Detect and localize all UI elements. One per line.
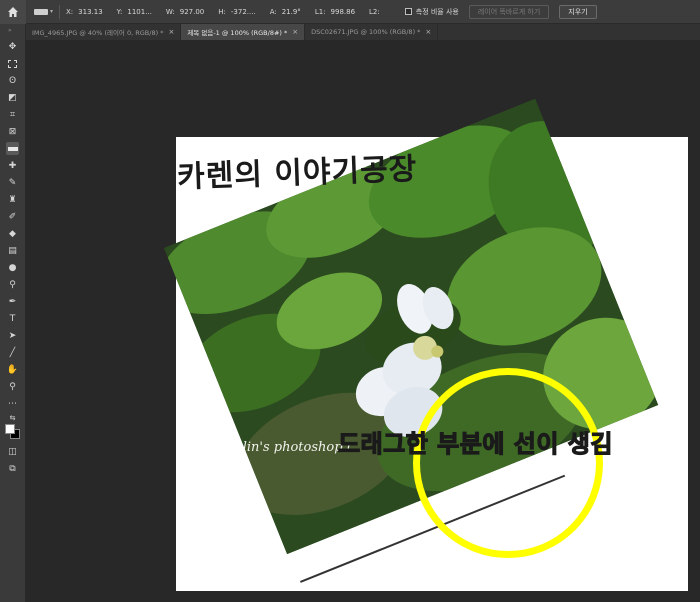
y-readout: Y: 1101... [116, 7, 152, 16]
brush-tool-icon[interactable]: ✎ [6, 176, 19, 189]
watermark-text: Calin's photoshop t [225, 440, 352, 455]
eraser-tool-icon[interactable]: ◆ [6, 227, 19, 240]
highlight-circle [413, 368, 603, 558]
screen-mode-icon[interactable]: ⧉ [6, 462, 19, 475]
frame-tool-icon[interactable]: ⊠ [6, 125, 19, 138]
use-measure-scale-label: 측정 비율 사용 [415, 7, 459, 16]
l1-readout: L1: 998.86 [314, 7, 356, 16]
tools-panel: » ✥ ʘ ◩ ⌗ ⊠ ✚ ✎ ♜ ✐ ◆ ▤ ● ⚲ ✒ T ➤ ╱ ✋ ⚲ … [0, 24, 26, 602]
ruler-tool-icon[interactable] [6, 142, 19, 155]
pen-tool-icon[interactable]: ✒ [6, 295, 19, 308]
l2-readout: L2: [369, 7, 380, 16]
dodge-tool-icon[interactable]: ⚲ [6, 278, 19, 291]
history-brush-tool-icon[interactable]: ✐ [6, 210, 19, 223]
straighten-layer-button[interactable]: 레이어 똑바르게 하기 [468, 4, 550, 19]
tab-label: 제목 없음-1 @ 100% (RGB/8#) * [187, 29, 288, 37]
tab-untitled-1[interactable]: 제목 없음-1 @ 100% (RGB/8#) * × [181, 24, 306, 40]
close-icon[interactable]: × [425, 28, 431, 36]
gradient-tool-icon[interactable]: ▤ [6, 244, 19, 257]
close-icon[interactable]: × [292, 28, 298, 36]
tab-img-4965[interactable]: IMG_4965.JPG @ 40% (레이어 0, RGB/8) * × [26, 24, 182, 40]
chevron-down-icon: ▾ [50, 8, 54, 15]
move-tool-icon[interactable]: ✥ [6, 40, 19, 53]
use-measure-scale-checkbox[interactable]: 측정 비율 사용 [404, 7, 459, 17]
quick-mask-icon[interactable]: ◫ [6, 445, 19, 458]
panel-grip-icon[interactable]: » [8, 27, 12, 34]
options-bar: ▾ X: 313.13 Y: 1101... W: 927.00 H: -372....… [0, 0, 700, 24]
checkbox-box[interactable] [404, 8, 412, 15]
angle-readout: A: 21.9° [269, 7, 301, 16]
quick-select-tool-icon[interactable]: ◩ [6, 91, 19, 104]
foreground-color-swatch[interactable] [5, 424, 15, 434]
path-selection-tool-icon[interactable]: ➤ [6, 329, 19, 342]
tab-label: DSC02671.JPG @ 100% (RGB/8) * [311, 28, 421, 36]
clear-button[interactable]: 지우기 [559, 4, 597, 19]
more-tools-icon[interactable]: ⋯ [6, 397, 19, 410]
ruler-icon [34, 8, 48, 15]
h-readout: H: -372.... [218, 7, 256, 16]
home-button[interactable] [0, 0, 26, 24]
ruler-tool-preset[interactable]: ▾ [34, 8, 53, 15]
zoom-tool-icon[interactable]: ⚲ [6, 380, 19, 393]
tab-label: IMG_4965.JPG @ 40% (레이어 0, RGB/8) * [32, 29, 164, 37]
home-icon [8, 6, 18, 17]
clone-stamp-tool-icon[interactable]: ♜ [6, 193, 19, 206]
x-readout: X: 313.13 [66, 7, 103, 16]
blur-tool-icon[interactable]: ● [6, 261, 19, 274]
canvas-title-text: 카렌의 이야기공장 [176, 151, 418, 196]
line-tool-icon[interactable]: ╱ [6, 346, 19, 359]
annotation-text: 드래그한 부분에 선이 생김 [337, 429, 613, 458]
tab-dsc02671[interactable]: DSC02671.JPG @ 100% (RGB/8) * × [305, 24, 439, 40]
w-readout: W: 927.00 [165, 7, 205, 16]
lasso-tool-icon[interactable]: ʘ [6, 74, 19, 87]
swap-colors-icon[interactable]: ⇆ [6, 411, 19, 424]
divider [59, 4, 61, 19]
healing-brush-tool-icon[interactable]: ✚ [6, 159, 19, 172]
crop-tool-icon[interactable]: ⌗ [6, 108, 19, 121]
type-tool-icon[interactable]: T [6, 312, 19, 325]
marquee-tool-icon[interactable] [6, 57, 19, 70]
hand-tool-icon[interactable]: ✋ [6, 363, 19, 376]
document-tabs: IMG_4965.JPG @ 40% (레이어 0, RGB/8) * × 제목… [26, 24, 700, 40]
close-icon[interactable]: × [168, 28, 174, 36]
